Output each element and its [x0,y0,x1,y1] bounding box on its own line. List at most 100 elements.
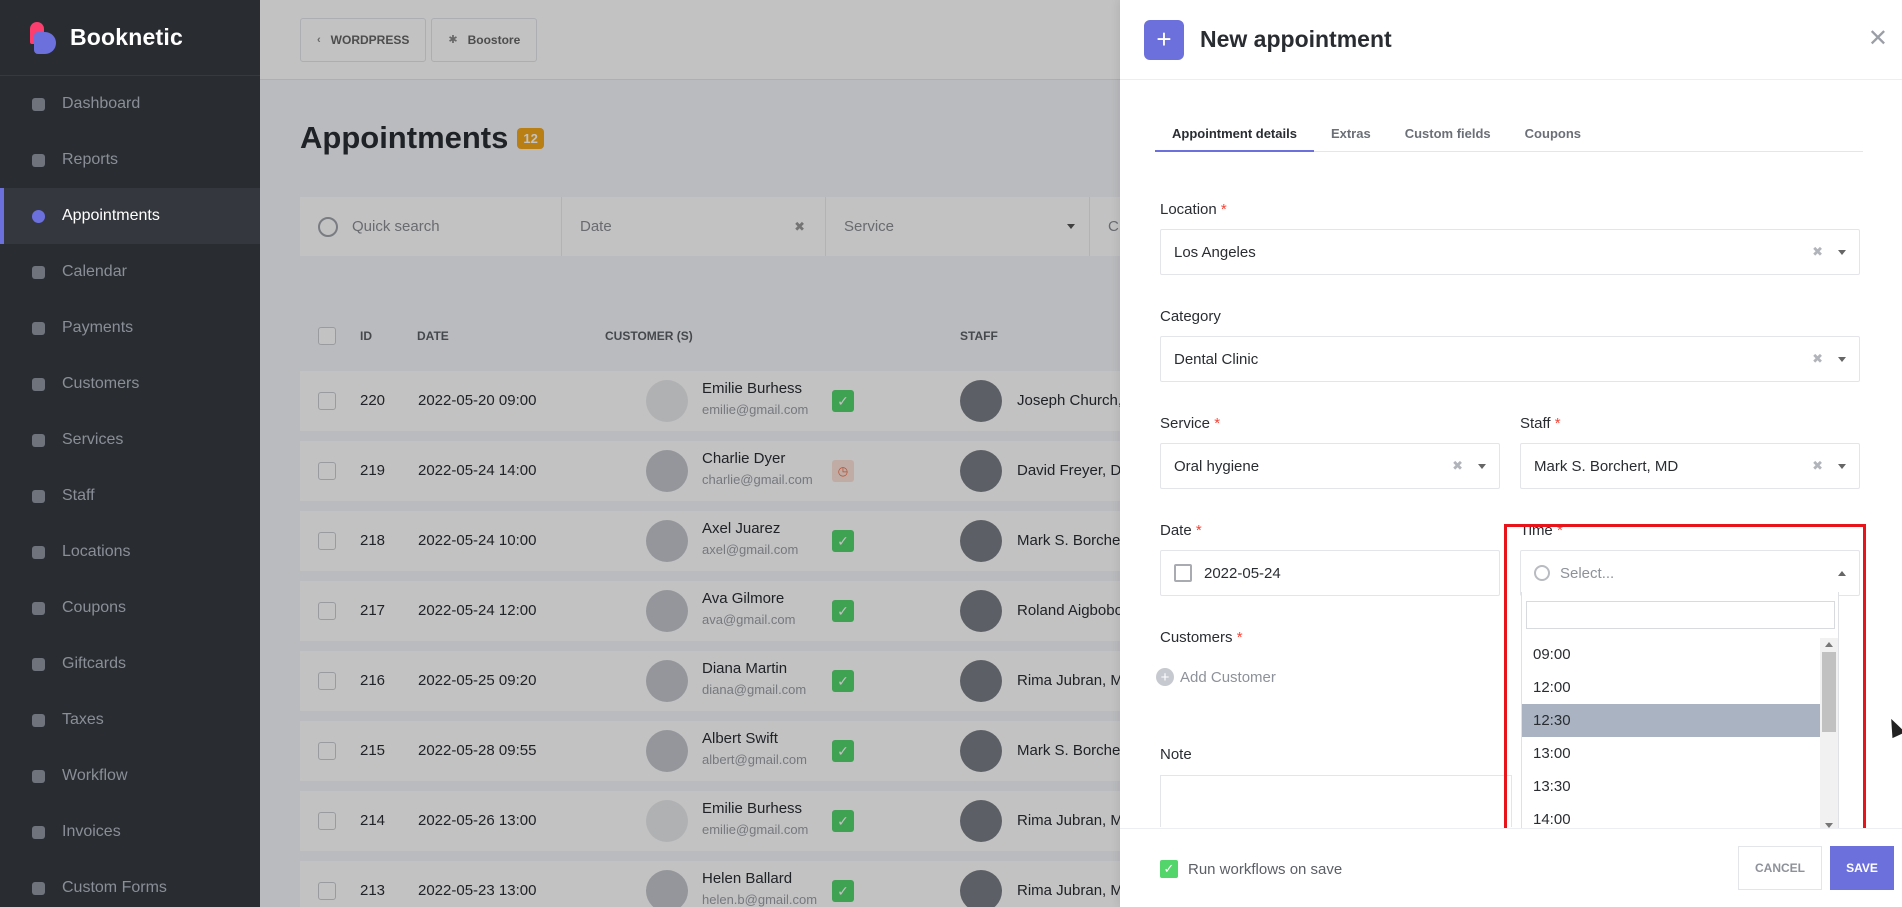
booknetic-logo-icon [30,21,56,54]
clock-icon [30,208,46,224]
clear-icon[interactable]: ✖ [1812,244,1823,260]
calendar-icon [30,264,46,280]
close-icon[interactable]: ✕ [1868,24,1888,53]
sidebar-item-label: Locations [62,543,131,560]
sidebar-item-services[interactable]: Services [0,412,260,468]
sidebar-item-label: Workflow [62,767,128,784]
sidebar-item-label: Staff [62,487,95,504]
brand-name: Booknetic [70,24,183,50]
chart-icon [30,152,46,168]
note-label: Note [1160,746,1192,763]
sidebar-item-label: Invoices [62,823,121,840]
list-icon [30,432,46,448]
add-customer-label: Add Customer [1180,668,1276,686]
staff-value: Mark S. Borchert, MD [1534,457,1679,475]
staff-select[interactable]: Mark S. Borchert, MD ✖ [1520,443,1860,489]
sidebar: Booknetic Dashboard Reports Appointments… [0,0,260,907]
sidebar-item-label: Services [62,431,124,448]
add-customer-button[interactable]: + Add Customer [1156,668,1276,686]
date-label-text: Date [1160,522,1192,539]
panel-footer: ✓ Run workflows on save CANCEL SAVE [1120,828,1902,907]
required-mark: * [1220,201,1227,218]
plus-icon: + [1144,19,1184,60]
note-textarea[interactable] [1160,775,1512,827]
location-arrow-icon [30,544,46,560]
chevron-down-icon [1478,463,1486,469]
panel-title: New appointment [1200,26,1392,52]
sidebar-item-label: Dashboard [62,95,141,112]
sidebar-item-workflow[interactable]: Workflow [0,748,260,804]
percent-icon [30,712,46,728]
date-label: Date * [1160,522,1202,539]
cancel-button[interactable]: CANCEL [1738,846,1822,890]
date-input[interactable]: 2022-05-24 [1160,550,1500,596]
service-label: Service * [1160,415,1220,432]
chevron-down-icon [1838,356,1846,362]
calendar-icon [1174,564,1192,582]
category-value: Dental Clinic [1174,350,1259,368]
clear-icon[interactable]: ✖ [1452,458,1463,474]
sidebar-item-taxes[interactable]: Taxes [0,692,260,748]
sidebar-item-label: Reports [62,151,119,168]
cube-icon [30,96,46,112]
sidebar-item-coupons[interactable]: Coupons [0,580,260,636]
sidebar-item-customers[interactable]: Customers [0,356,260,412]
tab-coupons[interactable]: Coupons [1508,116,1598,151]
sidebar-item-reports[interactable]: Reports [0,132,260,188]
location-select[interactable]: Los Angeles ✖ [1160,229,1860,275]
sidebar-item-invoices[interactable]: Invoices [0,804,260,860]
customers-label-text: Customers [1160,629,1233,646]
sidebar-item-giftcards[interactable]: Giftcards [0,636,260,692]
brand[interactable]: Booknetic [0,0,260,76]
sidebar-item-dashboard[interactable]: Dashboard [0,76,260,132]
required-mark: * [1554,415,1561,432]
sidebar-item-label: Calendar [62,263,127,280]
chevron-down-icon [1838,249,1846,255]
sidebar-item-label: Appointments [62,207,160,224]
save-button[interactable]: SAVE [1830,846,1894,890]
panel-header: + New appointment ✕ [1120,0,1902,80]
tab-extras[interactable]: Extras [1314,116,1388,151]
sidebar-item-label: Taxes [62,711,104,728]
required-mark: * [1236,629,1243,646]
chevron-down-icon [1838,463,1846,469]
sidebar-item-label: Payments [62,319,134,336]
sidebar-item-payments[interactable]: Payments [0,300,260,356]
sidebar-item-label: Giftcards [62,655,127,672]
panel-tabs: Appointment details Extras Custom fields… [1155,116,1863,152]
date-value: 2022-05-24 [1204,564,1281,582]
modal-backdrop[interactable] [260,0,1120,907]
service-label-text: Service [1160,415,1211,432]
sidebar-item-label: Custom Forms [62,879,167,896]
service-select[interactable]: Oral hygiene ✖ [1160,443,1500,489]
staff-label-text: Staff [1520,415,1551,432]
wallet-icon [30,320,46,336]
service-value: Oral hygiene [1174,457,1260,475]
tab-custom-fields[interactable]: Custom fields [1388,116,1508,151]
sidebar-item-calendar[interactable]: Calendar [0,244,260,300]
sidebar-item-custom-forms[interactable]: Custom Forms [0,860,260,907]
category-select[interactable]: Dental Clinic ✖ [1160,336,1860,382]
sidebar-item-label: Customers [62,375,140,392]
clear-icon[interactable]: ✖ [1812,351,1823,367]
location-label: Location * [1160,201,1227,218]
user-icon [30,488,46,504]
form-icon [30,880,46,896]
check-icon: ✓ [1160,860,1178,878]
highlight-box [1504,524,1866,840]
tag-icon [30,600,46,616]
sidebar-item-staff[interactable]: Staff [0,468,260,524]
run-workflows-checkbox[interactable]: ✓ Run workflows on save [1160,860,1342,878]
required-mark: * [1195,522,1202,539]
sidebar-item-appointments[interactable]: Appointments [0,188,260,244]
clear-icon[interactable]: ✖ [1812,458,1823,474]
file-icon [30,824,46,840]
plus-circle-icon: + [1156,668,1174,686]
category-label: Category [1160,308,1221,325]
sidebar-item-locations[interactable]: Locations [0,524,260,580]
users-icon [30,376,46,392]
run-workflows-label: Run workflows on save [1188,860,1343,878]
workflow-icon [30,768,46,784]
required-mark: * [1214,415,1221,432]
tab-appointment-details[interactable]: Appointment details [1155,116,1314,152]
